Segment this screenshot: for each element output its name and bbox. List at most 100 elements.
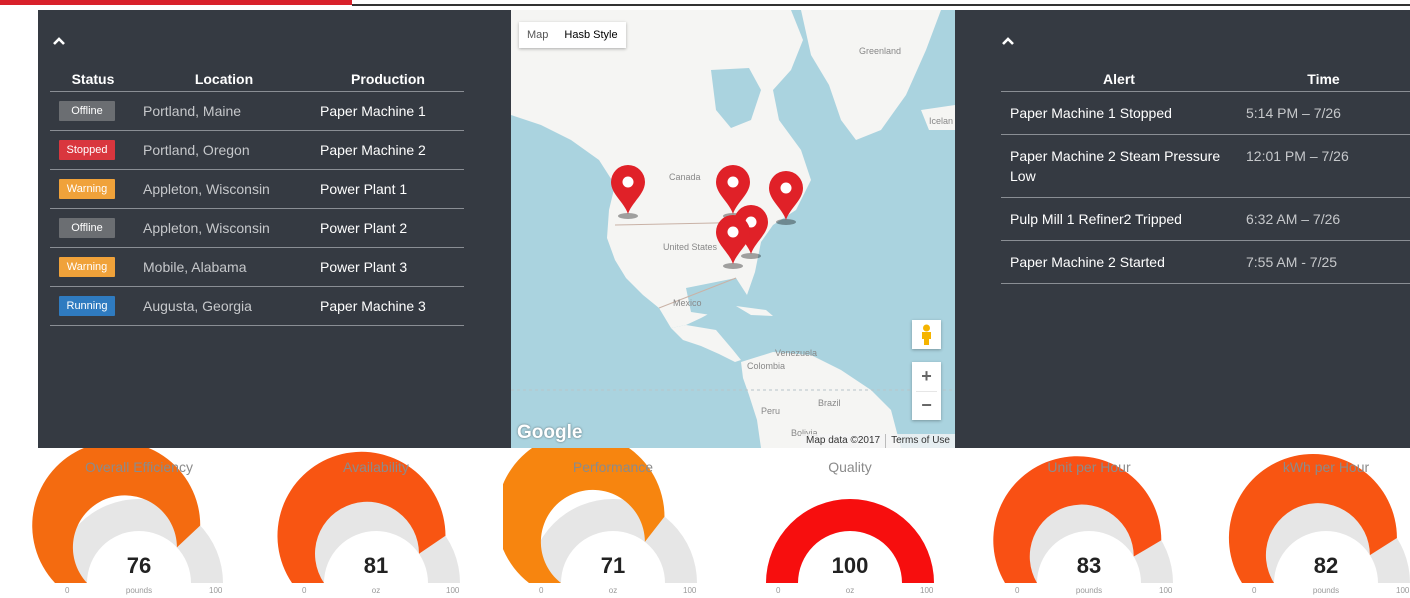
alert-time: 7:55 AM - 7/25 — [1246, 254, 1338, 270]
alert-text: Paper Machine 2 Started — [1010, 254, 1165, 270]
alert-time: 5:14 PM – 7/26 — [1246, 105, 1341, 121]
gauge-performance: Performance 71 0 oz 100 — [503, 448, 723, 598]
alert-table-header: Alert Time — [1001, 66, 1410, 92]
production-cell: Power Plant 2 — [320, 220, 408, 236]
status-row[interactable]: Offline Appleton, Wisconsin Power Plant 2 — [50, 209, 464, 248]
label-mexico: Mexico — [673, 298, 702, 308]
chevron-up-icon — [53, 37, 65, 45]
zoom-in-button[interactable]: + — [912, 362, 941, 391]
gauge-row: Overall Efficiency 76 0 pounds 100 Availabili… — [0, 448, 1410, 598]
status-cell: Offline — [50, 218, 136, 238]
status-table: Status Location Production Offline Portla… — [50, 66, 464, 326]
production-cell: Paper Machine 3 — [320, 298, 426, 314]
gauge-quality: Quality 100 0 oz 100 — [740, 448, 960, 598]
zoom-out-button[interactable]: − — [912, 391, 941, 420]
collapse-status-button[interactable] — [52, 34, 70, 52]
gauge-overall-efficiency: Overall Efficiency 76 0 pounds 100 — [29, 448, 249, 598]
top-accent-bar — [0, 0, 1410, 10]
map-type-hasb-style[interactable]: Hasb Style — [556, 22, 625, 48]
status-row[interactable]: Warning Mobile, Alabama Power Plant 3 — [50, 248, 464, 287]
gauge-value: 76 — [126, 553, 152, 578]
alert-row[interactable]: Pulp Mill 1 Refiner2 Tripped 6:32 AM – 7/… — [1001, 198, 1410, 241]
status-badge: Running — [59, 296, 115, 316]
gauge-title: kWh per Hour — [1282, 459, 1370, 475]
gauge-unit-per-hour: Unit per Hour 83 0 pounds 100 — [979, 448, 1199, 598]
status-panel: Status Location Production Offline Portla… — [38, 10, 511, 448]
status-cell: Stopped — [50, 140, 136, 160]
alert-table: Alert Time Paper Machine 1 Stopped 5:14 P… — [1001, 66, 1410, 284]
status-cell: Warning — [50, 179, 136, 199]
collapse-alert-button[interactable] — [1001, 34, 1019, 52]
status-table-header: Status Location Production — [50, 66, 464, 92]
location-cell: Portland, Oregon — [143, 142, 250, 158]
status-row[interactable]: Running Augusta, Georgia Paper Machine 3 — [50, 287, 464, 326]
status-badge: Warning — [59, 179, 115, 199]
gauge-value: 100 — [831, 553, 869, 578]
brand-red-bar — [0, 0, 352, 5]
gauge-title: Performance — [572, 459, 654, 475]
location-cell: Augusta, Georgia — [143, 298, 252, 314]
chevron-up-icon — [1002, 37, 1014, 45]
pegman-icon — [922, 324, 931, 345]
location-cell: Appleton, Wisconsin — [143, 220, 270, 236]
alert-row[interactable]: Paper Machine 2 Steam Pressure Low 12:01 … — [1001, 135, 1410, 198]
gauge-max: 100 — [1396, 586, 1410, 595]
alert-row[interactable]: Paper Machine 1 Stopped 5:14 PM – 7/26 — [1001, 92, 1410, 135]
status-row[interactable]: Stopped Portland, Oregon Paper Machine 2 — [50, 131, 464, 170]
street-view-pegman[interactable] — [912, 320, 941, 349]
status-row[interactable]: Warning Appleton, Wisconsin Power Plant 1 — [50, 170, 464, 209]
gauge-title: Unit per Hour — [1047, 459, 1131, 475]
alert-text: Paper Machine 1 Stopped — [1010, 105, 1172, 121]
map-type-map[interactable]: Map — [519, 22, 556, 48]
gauge-max: 100 — [209, 586, 223, 595]
gauge-title: Availability — [343, 459, 409, 475]
header-production: Production — [351, 70, 425, 87]
production-cell: Power Plant 3 — [320, 259, 408, 275]
status-badge: Offline — [59, 101, 115, 121]
status-badge: Offline — [59, 218, 115, 238]
header-time: Time — [1307, 70, 1340, 87]
map-attribution: Map data ©2017 Terms of Use — [801, 434, 955, 448]
label-greenland: Greenland — [859, 46, 902, 56]
gauge-availability: Availability 81 0 oz 100 — [266, 448, 486, 598]
alert-time: 6:32 AM – 7/26 — [1246, 211, 1341, 227]
gauge-value: 81 — [363, 553, 389, 578]
location-cell: Appleton, Wisconsin — [143, 181, 270, 197]
google-logo: Google — [517, 422, 583, 443]
map-view[interactable]: Map Hasb Style Greenland Icelan Canada U… — [511, 10, 955, 448]
production-cell: Paper Machine 1 — [320, 103, 426, 119]
gauge-value: 82 — [1313, 553, 1339, 578]
production-cell: Power Plant 1 — [320, 181, 408, 197]
gauge-title: Overall Efficiency — [85, 459, 193, 475]
status-badge: Stopped — [59, 140, 115, 160]
status-badge: Warning — [59, 257, 115, 277]
alert-text: Pulp Mill 1 Refiner2 Tripped — [1010, 211, 1182, 227]
gauge-kwh-per-hour: kWh per Hour 82 0 pounds 100 — [1216, 448, 1410, 598]
label-colombia: Colombia — [747, 361, 786, 371]
map-data-text: Map data ©2017 — [806, 435, 881, 446]
header-status: Status — [71, 70, 115, 87]
alert-text: Paper Machine 2 Steam Pressure Low — [1010, 148, 1221, 184]
map-type-control: Map Hasb Style — [519, 22, 626, 48]
gauge-max: 100 — [920, 586, 934, 595]
gauge-title: Quality — [828, 459, 872, 475]
gauge-value: 71 — [600, 553, 626, 578]
location-cell: Mobile, Alabama — [143, 259, 247, 275]
alert-panel: Alert Time Paper Machine 1 Stopped 5:14 P… — [955, 10, 1410, 448]
status-cell: Running — [50, 296, 136, 316]
terms-of-use-link[interactable]: Terms of Use — [885, 434, 955, 448]
alert-row[interactable]: Paper Machine 2 Started 7:55 AM - 7/25 — [1001, 241, 1410, 284]
label-venezuela: Venezuela — [775, 348, 818, 358]
label-brazil: Brazil — [818, 398, 841, 408]
zoom-control: + − — [912, 362, 941, 420]
header-location: Location — [194, 70, 254, 87]
label-peru: Peru — [761, 406, 781, 416]
alert-time: 12:01 PM – 7/26 — [1246, 148, 1349, 164]
status-cell: Warning — [50, 257, 136, 277]
gauge-max: 100 — [446, 586, 460, 595]
label-canada: Canada — [669, 172, 701, 182]
status-cell: Offline — [50, 101, 136, 121]
status-row[interactable]: Offline Portland, Maine Paper Machine 1 — [50, 92, 464, 131]
label-united-states: United States — [663, 242, 718, 252]
map-base — [511, 10, 955, 448]
